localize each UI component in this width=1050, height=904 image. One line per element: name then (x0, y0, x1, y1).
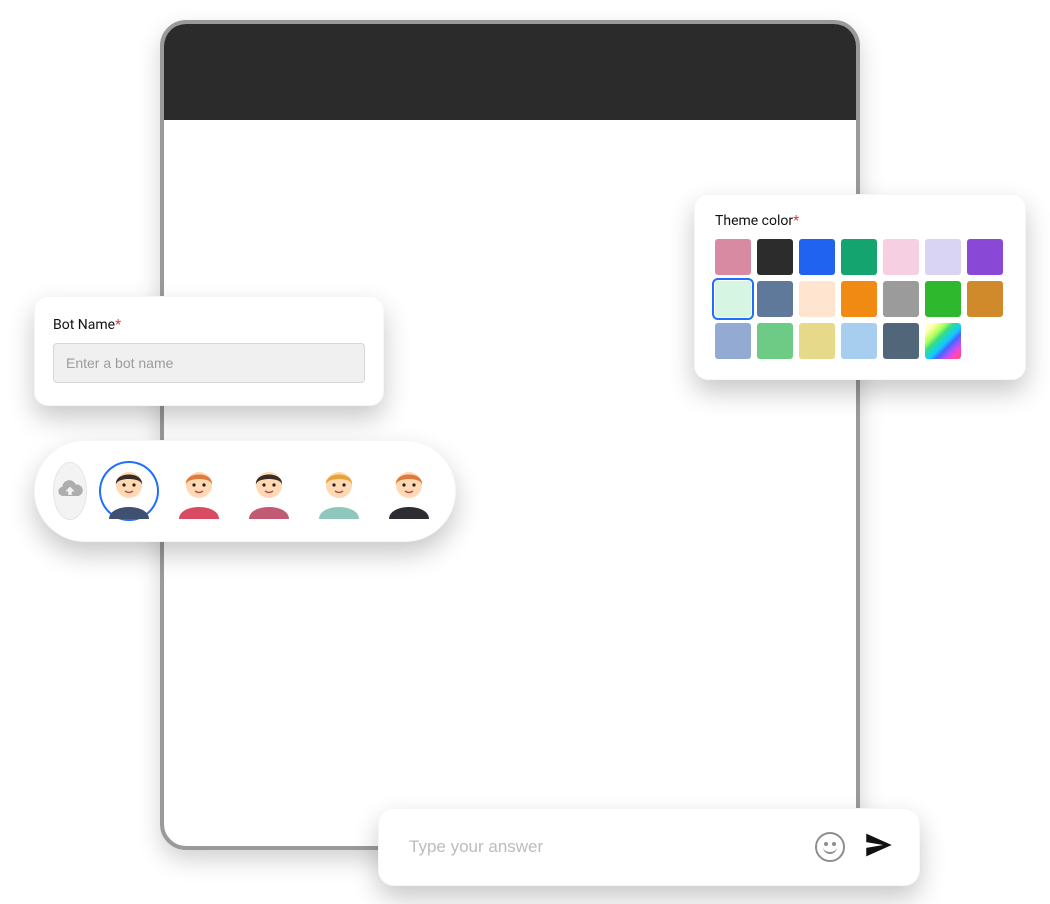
color-swatch[interactable] (925, 239, 961, 275)
color-swatch[interactable] (967, 239, 1003, 275)
color-swatch[interactable] (799, 323, 835, 359)
answer-input[interactable] (409, 837, 801, 857)
upload-avatar-button[interactable] (53, 462, 87, 520)
required-asterisk: * (793, 213, 799, 229)
chat-preview-window (160, 20, 860, 850)
bot-name-label: Bot Name* (53, 317, 365, 333)
theme-color-label: Theme color* (715, 213, 1005, 229)
chat-preview-header (164, 24, 856, 120)
color-swatch[interactable] (883, 323, 919, 359)
color-swatch[interactable] (757, 239, 793, 275)
color-swatch[interactable] (799, 281, 835, 317)
avatar-option[interactable] (311, 463, 367, 519)
color-swatch[interactable] (883, 239, 919, 275)
send-icon (862, 828, 896, 866)
color-swatch[interactable] (883, 281, 919, 317)
color-swatch[interactable] (841, 239, 877, 275)
color-swatch[interactable] (967, 281, 1003, 317)
send-button[interactable] (859, 827, 899, 867)
bot-name-label-text: Bot Name (53, 317, 115, 333)
color-swatch[interactable] (841, 323, 877, 359)
color-swatch[interactable] (757, 281, 793, 317)
upload-icon (56, 475, 84, 507)
color-swatch[interactable] (841, 281, 877, 317)
required-asterisk: * (115, 317, 121, 333)
color-swatch[interactable] (715, 281, 751, 317)
answer-input-bar (378, 808, 920, 886)
color-swatch[interactable] (757, 323, 793, 359)
avatar-option[interactable] (171, 463, 227, 519)
color-swatch-custom[interactable] (925, 323, 961, 359)
avatar-picker-card (34, 440, 456, 542)
color-swatch[interactable] (715, 323, 751, 359)
color-swatch[interactable] (799, 239, 835, 275)
color-swatch[interactable] (715, 239, 751, 275)
avatar-option[interactable] (101, 463, 157, 519)
bot-name-card: Bot Name* (34, 296, 384, 406)
theme-color-label-text: Theme color (715, 213, 793, 229)
emoji-button[interactable] (815, 832, 845, 862)
theme-color-card: Theme color* (694, 194, 1026, 380)
avatar-option[interactable] (381, 463, 437, 519)
color-swatch[interactable] (925, 281, 961, 317)
bot-name-input[interactable] (53, 343, 365, 383)
avatar-option[interactable] (241, 463, 297, 519)
